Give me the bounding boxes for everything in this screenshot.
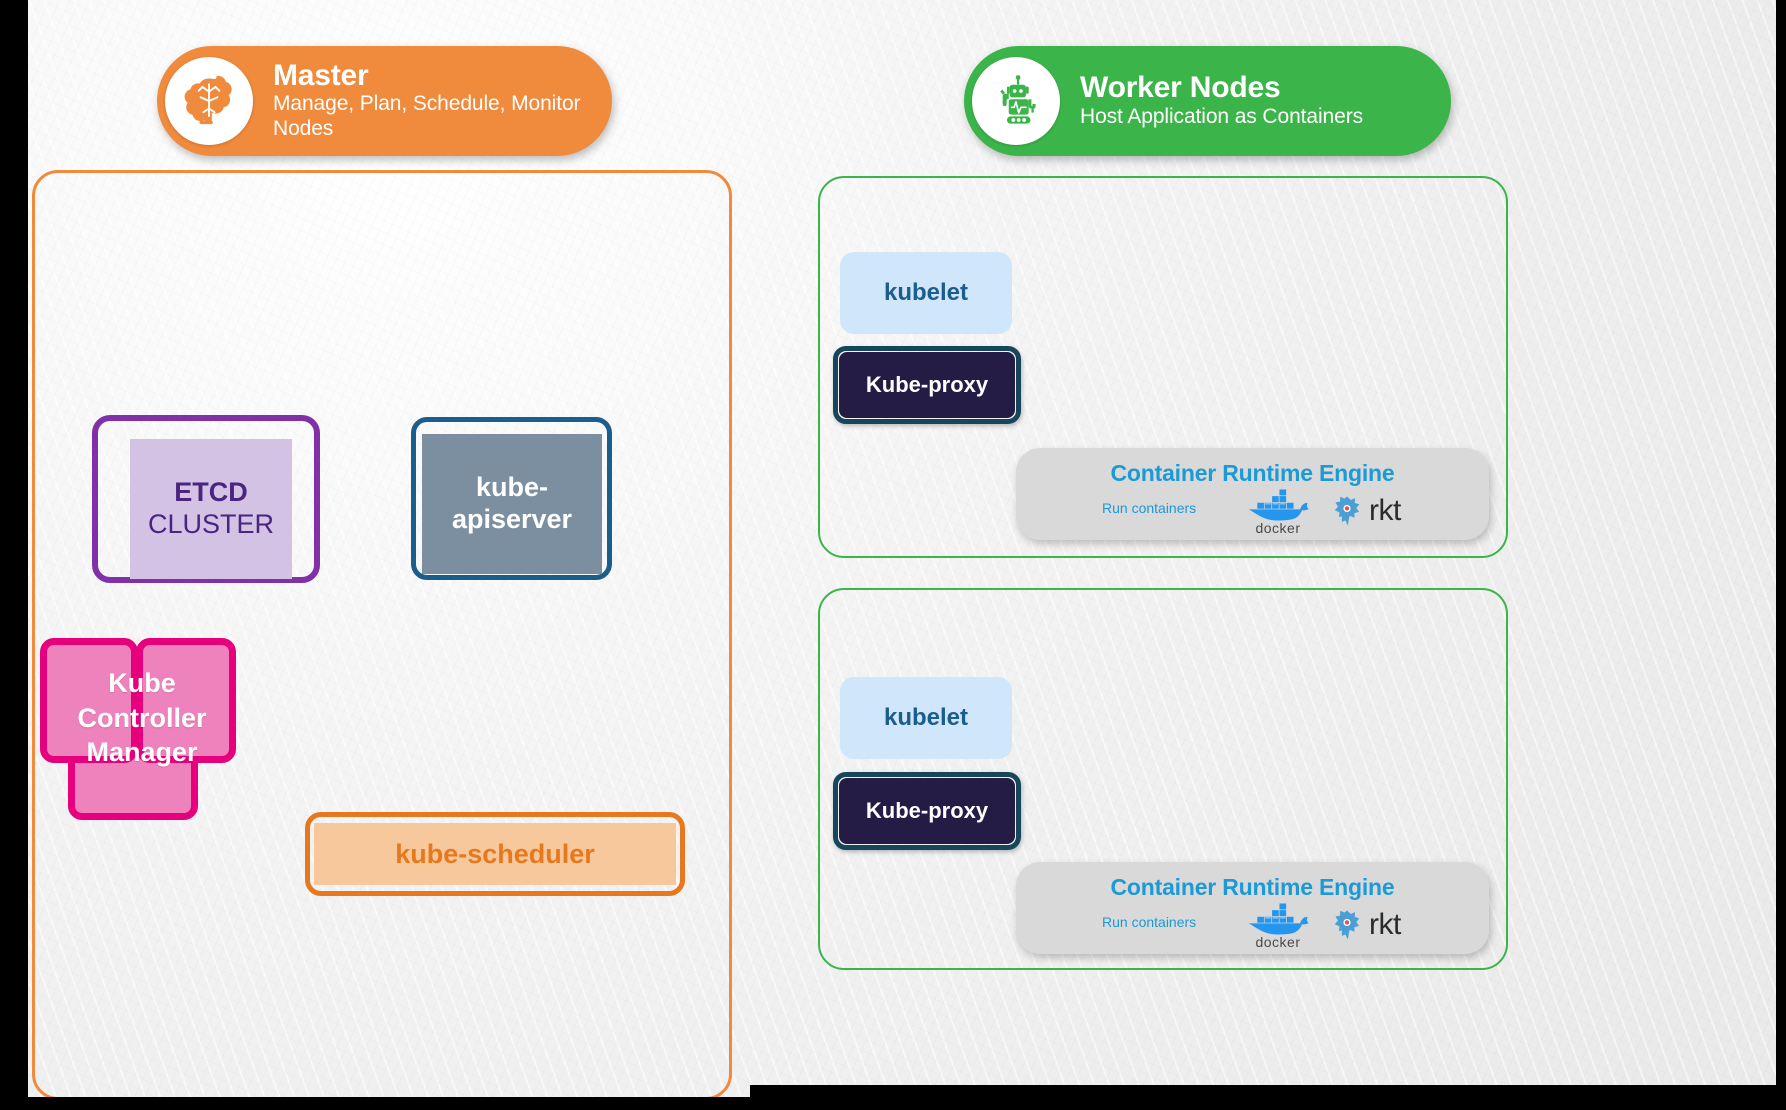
frame-edge-bottom-right [750,1085,1786,1110]
kcm-label-line1: Kube [108,668,176,698]
kube-scheduler-label: kube-scheduler [314,823,676,885]
master-zone-container [32,170,732,1100]
etcd-label-line2: CLUSTER [147,509,275,540]
worker-title: Worker Nodes [1080,71,1281,105]
rkt-icon [1334,910,1360,940]
docker-wordmark-node-1: docker [1255,520,1301,536]
cre-subtitle-node-1: Run containers [1102,500,1197,516]
kube-apiserver-label-line2: apiserver [451,504,573,534]
rkt-wordmark-node-2: rkt [1369,908,1401,941]
cre-title-node-1: Container Runtime Engine [1110,460,1395,486]
kubelet-label-node-2: kubelet [848,685,1004,751]
worker-subtitle: Host Application as Containers [1080,104,1363,128]
kcm-label-line3: Manager [86,737,198,768]
kcm-label-line2: Controller [77,702,207,733]
docker-whale-icon [1248,903,1309,935]
kube-controller-manager-box[interactable]: Kube Controller Manager [40,638,245,820]
kubelet-box-node-2[interactable]: kubelet [840,677,1012,759]
kubelet-label-node-1: kubelet [848,260,1004,326]
etcd-cluster-box[interactable]: ETCD CLUSTER [92,415,320,583]
rkt-logo-node-2: rkt [1330,908,1401,942]
container-runtime-engine-node-1[interactable]: Container Runtime Engine Run containers [1016,448,1489,540]
rkt-icon [1334,496,1360,526]
master-title: Master [273,59,369,93]
etcd-inner: ETCD CLUSTER [130,439,292,579]
worker-header-text: Worker Nodes Host Application as Contain… [1060,72,1389,129]
cre-logo-row-node-2: docker rkt [1242,902,1401,950]
kube-scheduler-box[interactable]: kube-scheduler [305,812,685,896]
kube-proxy-label-node-1: Kube-proxy [839,352,1015,418]
master-header-pill[interactable]: Master Manage, Plan, Schedule, Monitor N… [157,46,612,156]
kube-proxy-box-node-2[interactable]: Kube-proxy [833,772,1021,850]
kube-proxy-label-node-2: Kube-proxy [839,778,1015,844]
frame-edge-right [1776,0,1786,1110]
kube-apiserver-label-line1: kube- [475,472,548,503]
kube-apiserver-inner: kube- apiserver [422,434,602,574]
master-subtitle: Manage, Plan, Schedule, Monitor Nodes [273,92,581,141]
frame-edge-left [0,0,28,1110]
kube-controller-manager-label: Kube Controller Manager [26,666,258,770]
robot-icon [1000,75,1036,124]
worker-nodes-header-pill[interactable]: Worker Nodes Host Application as Contain… [964,46,1451,156]
kubelet-box-node-1[interactable]: kubelet [840,252,1012,334]
cre-logo-row-node-1: docker rkt [1242,488,1401,536]
slide-root: Master Manage, Plan, Schedule, Monitor N… [0,0,1786,1110]
rkt-wordmark-node-1: rkt [1369,494,1401,527]
docker-logo-node-1: docker [1242,488,1314,536]
rkt-logo-node-1: rkt [1330,494,1401,528]
robot-icon-badge [972,57,1060,145]
etcd-label-line1: ETCD [174,476,248,507]
container-runtime-engine-node-2[interactable]: Container Runtime Engine Run containers [1016,862,1489,954]
kube-apiserver-box[interactable]: kube- apiserver [411,417,612,580]
cre-subtitle-node-2: Run containers [1102,914,1197,930]
docker-wordmark-node-2: docker [1255,934,1301,950]
master-header-text: Master Manage, Plan, Schedule, Monitor N… [253,59,612,142]
brain-icon [184,75,232,125]
brain-icon-badge [165,57,253,145]
kube-proxy-box-node-1[interactable]: Kube-proxy [833,346,1021,424]
cre-title-node-2: Container Runtime Engine [1110,874,1395,900]
docker-logo-node-2: docker [1242,902,1314,950]
docker-whale-icon [1248,489,1309,521]
